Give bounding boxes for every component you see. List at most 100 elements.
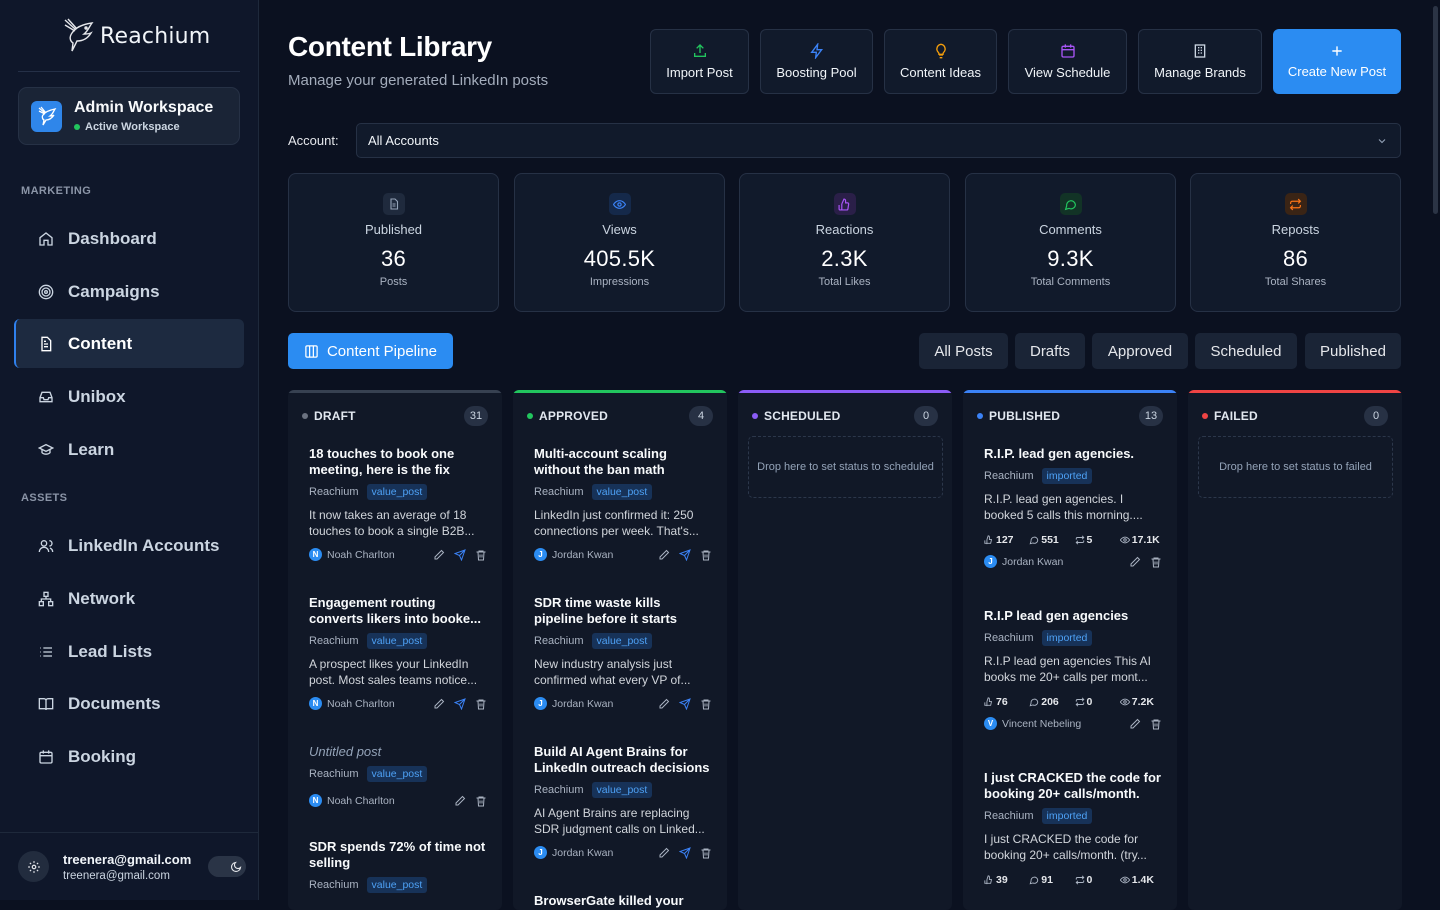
tab-approved[interactable]: Approved xyxy=(1092,333,1188,369)
avatar: N xyxy=(309,548,322,561)
post-card[interactable]: Engagement routing converts likers into … xyxy=(309,595,487,710)
settings-button[interactable] xyxy=(18,851,49,882)
post-card[interactable]: BrowserGate killed your xyxy=(534,893,712,909)
post-card[interactable]: I just CRACKED the code for booking 20+ … xyxy=(984,770,1162,886)
list-icon xyxy=(40,646,52,657)
sidebar-item-linkedin-accounts[interactable]: LinkedIn Accounts xyxy=(18,521,244,570)
sidebar-item-learn[interactable]: Learn xyxy=(18,425,244,474)
edit-icon[interactable] xyxy=(433,698,445,710)
tab-published[interactable]: Published xyxy=(1305,333,1401,369)
column-title: DRAFT xyxy=(314,409,356,423)
send-icon[interactable] xyxy=(679,846,691,859)
status-dot xyxy=(302,413,308,419)
post-card[interactable]: SDR spends 72% of time not selling Reach… xyxy=(309,839,487,893)
sidebar-item-dashboard[interactable]: Dashboard xyxy=(18,214,244,263)
stat-card-views: Views 405.5K Impressions xyxy=(514,173,725,312)
post-card[interactable]: Build AI Agent Brains for LinkedIn outre… xyxy=(534,744,712,859)
send-icon[interactable] xyxy=(679,697,691,710)
view-schedule-button[interactable]: View Schedule xyxy=(1008,29,1127,94)
boosting-pool-button[interactable]: Boosting Pool xyxy=(760,29,873,94)
post-stats: 76 206 0 7.2K xyxy=(984,696,1162,708)
post-title: SDR time waste kills pipeline before it … xyxy=(534,595,678,626)
trash-icon[interactable] xyxy=(475,698,487,710)
post-card[interactable]: Multi-account scaling without the ban ma… xyxy=(534,446,712,561)
edit-icon[interactable] xyxy=(433,549,445,561)
avatar: N xyxy=(309,794,322,807)
post-brand: Reachium xyxy=(534,784,584,796)
send-icon[interactable] xyxy=(454,548,466,561)
status-dot xyxy=(1202,413,1208,419)
drop-zone-failed[interactable]: Drop here to set status to failed xyxy=(1198,436,1393,498)
create-new-post-button[interactable]: Create New Post xyxy=(1273,29,1401,94)
content-pipeline-button[interactable]: Content Pipeline xyxy=(288,333,453,369)
post-card[interactable]: R.I.P. lead gen agencies. Reachium import… xyxy=(984,446,1162,568)
sidebar-item-label: Booking xyxy=(68,746,136,766)
post-title: Build AI Agent Brains for LinkedIn outre… xyxy=(534,744,710,775)
theme-toggle[interactable] xyxy=(208,856,246,877)
post-author: Jordan Kwan xyxy=(552,697,614,710)
edit-icon[interactable] xyxy=(454,795,466,807)
button-label: Boosting Pool xyxy=(776,65,857,80)
sidebar-item-lead-lists[interactable]: Lead Lists xyxy=(18,627,244,676)
sidebar: Reachium Admin Workspace Active Workspac… xyxy=(0,0,259,900)
brand-name: Reachium xyxy=(100,23,211,49)
manage-brands-button[interactable]: Manage Brands xyxy=(1138,29,1262,94)
drop-zone-scheduled[interactable]: Drop here to set status to scheduled xyxy=(748,436,943,498)
post-card[interactable]: 18 touches to book one meeting, here is … xyxy=(309,446,487,561)
edit-icon[interactable] xyxy=(658,549,670,561)
comment-icon xyxy=(1029,876,1039,885)
eye-icon xyxy=(1119,876,1130,884)
post-brand: Reachium xyxy=(309,635,359,647)
sidebar-item-campaigns[interactable]: Campaigns xyxy=(18,267,244,316)
import-post-button[interactable]: Import Post xyxy=(650,29,749,94)
sidebar-item-content[interactable]: Content xyxy=(14,319,244,368)
post-card[interactable]: SDR time waste kills pipeline before it … xyxy=(534,595,712,710)
trash-icon[interactable] xyxy=(475,795,487,807)
column-color-bar xyxy=(288,390,502,393)
edit-icon[interactable] xyxy=(1129,718,1141,730)
send-icon[interactable] xyxy=(454,697,466,710)
stat-label: Published xyxy=(364,222,423,237)
scrollbar-thumb[interactable] xyxy=(1433,6,1438,214)
trash-icon[interactable] xyxy=(700,549,712,561)
trash-icon[interactable] xyxy=(700,847,712,859)
user-email: treenera@gmail.com xyxy=(63,869,170,882)
likes-count: 39 xyxy=(996,874,1008,886)
trash-icon[interactable] xyxy=(1150,718,1162,730)
post-meta: Reachium imported xyxy=(984,808,1162,824)
repost-icon xyxy=(1284,193,1307,215)
sidebar-item-label: LinkedIn Accounts xyxy=(68,535,220,555)
tab-all-posts[interactable]: All Posts xyxy=(919,333,1008,369)
lightbulb-icon xyxy=(935,43,946,59)
send-icon[interactable] xyxy=(679,548,691,561)
status-dot xyxy=(527,413,533,419)
workspace-switcher[interactable]: Admin Workspace Active Workspace xyxy=(18,87,240,145)
post-card[interactable]: Untitled post Reachium value_post N Noah … xyxy=(309,744,487,807)
stat-sub: Total Likes xyxy=(818,276,871,288)
sidebar-item-label: Content xyxy=(68,333,133,353)
tab-scheduled[interactable]: Scheduled xyxy=(1195,333,1297,369)
sidebar-item-booking[interactable]: Booking xyxy=(18,732,244,781)
trash-icon[interactable] xyxy=(475,549,487,561)
account-select[interactable]: All Accounts xyxy=(356,123,1401,158)
sidebar-item-documents[interactable]: Documents xyxy=(18,679,244,728)
sidebar-item-network[interactable]: Network xyxy=(18,574,244,623)
count-badge: 0 xyxy=(914,406,938,426)
post-tag: value_post xyxy=(591,484,653,500)
trash-icon[interactable] xyxy=(1150,556,1162,568)
eye-icon xyxy=(1119,698,1130,706)
tab-drafts[interactable]: Drafts xyxy=(1015,333,1085,369)
button-label: Import Post xyxy=(666,65,733,80)
button-label: Content Ideas xyxy=(900,65,981,80)
edit-icon[interactable] xyxy=(1129,556,1141,568)
trash-icon[interactable] xyxy=(700,698,712,710)
edit-icon[interactable] xyxy=(658,698,670,710)
reposts-count: 0 xyxy=(1086,696,1093,708)
brand-logo[interactable]: Reachium xyxy=(62,17,210,55)
graduation-cap-icon xyxy=(38,443,54,455)
edit-icon[interactable] xyxy=(658,847,670,859)
sidebar-item-unibox[interactable]: Unibox xyxy=(18,372,244,421)
content-ideas-button[interactable]: Content Ideas xyxy=(884,29,997,94)
post-card[interactable]: R.I.P lead gen agencies Reachium imported… xyxy=(984,608,1162,730)
post-excerpt: New industry analysis just confirmed wha… xyxy=(534,657,691,687)
